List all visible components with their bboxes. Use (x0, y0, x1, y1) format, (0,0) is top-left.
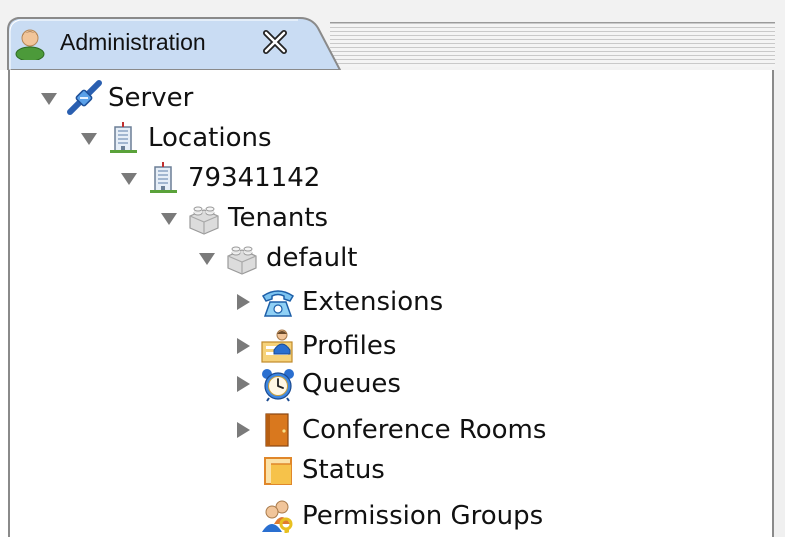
tree-item-location-79341142[interactable]: 79341142 (118, 158, 320, 198)
tree-item-tenants[interactable]: Tenants (158, 198, 328, 238)
tree-item-queues[interactable]: Queues (232, 364, 401, 404)
server-icon (67, 80, 102, 115)
tree-item-server[interactable]: Server (38, 78, 193, 118)
expand-arrow-icon[interactable] (118, 167, 140, 189)
tree-item-label: Tenants (228, 203, 329, 233)
tree-item-conference-rooms[interactable]: Conference Rooms (232, 410, 546, 450)
tree-item-label: Conference Rooms (302, 415, 547, 445)
tree-item-profiles[interactable]: Profiles (232, 326, 396, 366)
tree-item-label: Extensions (302, 287, 444, 317)
expand-arrow-icon[interactable] (158, 207, 180, 229)
user-icon (15, 29, 45, 60)
status-note-icon (264, 457, 292, 485)
alarm-clock-icon (262, 369, 294, 402)
building-icon (110, 122, 137, 153)
tree-item-extensions[interactable]: Extensions (232, 282, 443, 322)
expand-arrow-icon[interactable] (78, 127, 100, 149)
tenant-block-icon (189, 206, 219, 235)
door-icon (265, 413, 289, 447)
tree-item-permission-groups[interactable]: Permission Groups (260, 496, 543, 536)
tree-item-status[interactable]: Status (260, 450, 385, 490)
tree-item-tenant-default[interactable]: default (196, 238, 357, 278)
tree-item-locations[interactable]: Locations (78, 118, 272, 158)
tree-item-label: default (266, 243, 358, 273)
close-icon[interactable] (260, 27, 290, 57)
telephone-icon (261, 290, 295, 317)
collapse-arrow-icon[interactable] (232, 373, 254, 395)
tree-item-label: Profiles (302, 331, 397, 361)
tree-item-label: Permission Groups (302, 501, 544, 531)
tree-item-label: Locations (148, 123, 272, 153)
tree-item-label: Queues (302, 369, 401, 399)
tab-title: Administration (60, 29, 206, 55)
tab-strip: Administration (0, 0, 785, 70)
profile-folder-icon (261, 329, 293, 363)
collapse-arrow-icon[interactable] (232, 335, 254, 357)
expand-arrow-icon[interactable] (196, 247, 218, 269)
user-group-key-icon (262, 500, 293, 533)
tree-item-label: Server (108, 83, 194, 113)
tenant-block-icon (227, 246, 257, 275)
panel-border (772, 70, 785, 537)
expand-arrow-icon[interactable] (38, 87, 60, 109)
tree-item-label: Status (302, 455, 385, 485)
collapse-arrow-icon[interactable] (232, 291, 254, 313)
building-icon (150, 162, 177, 193)
tree-item-label: 79341142 (188, 163, 321, 193)
collapse-arrow-icon[interactable] (232, 419, 254, 441)
